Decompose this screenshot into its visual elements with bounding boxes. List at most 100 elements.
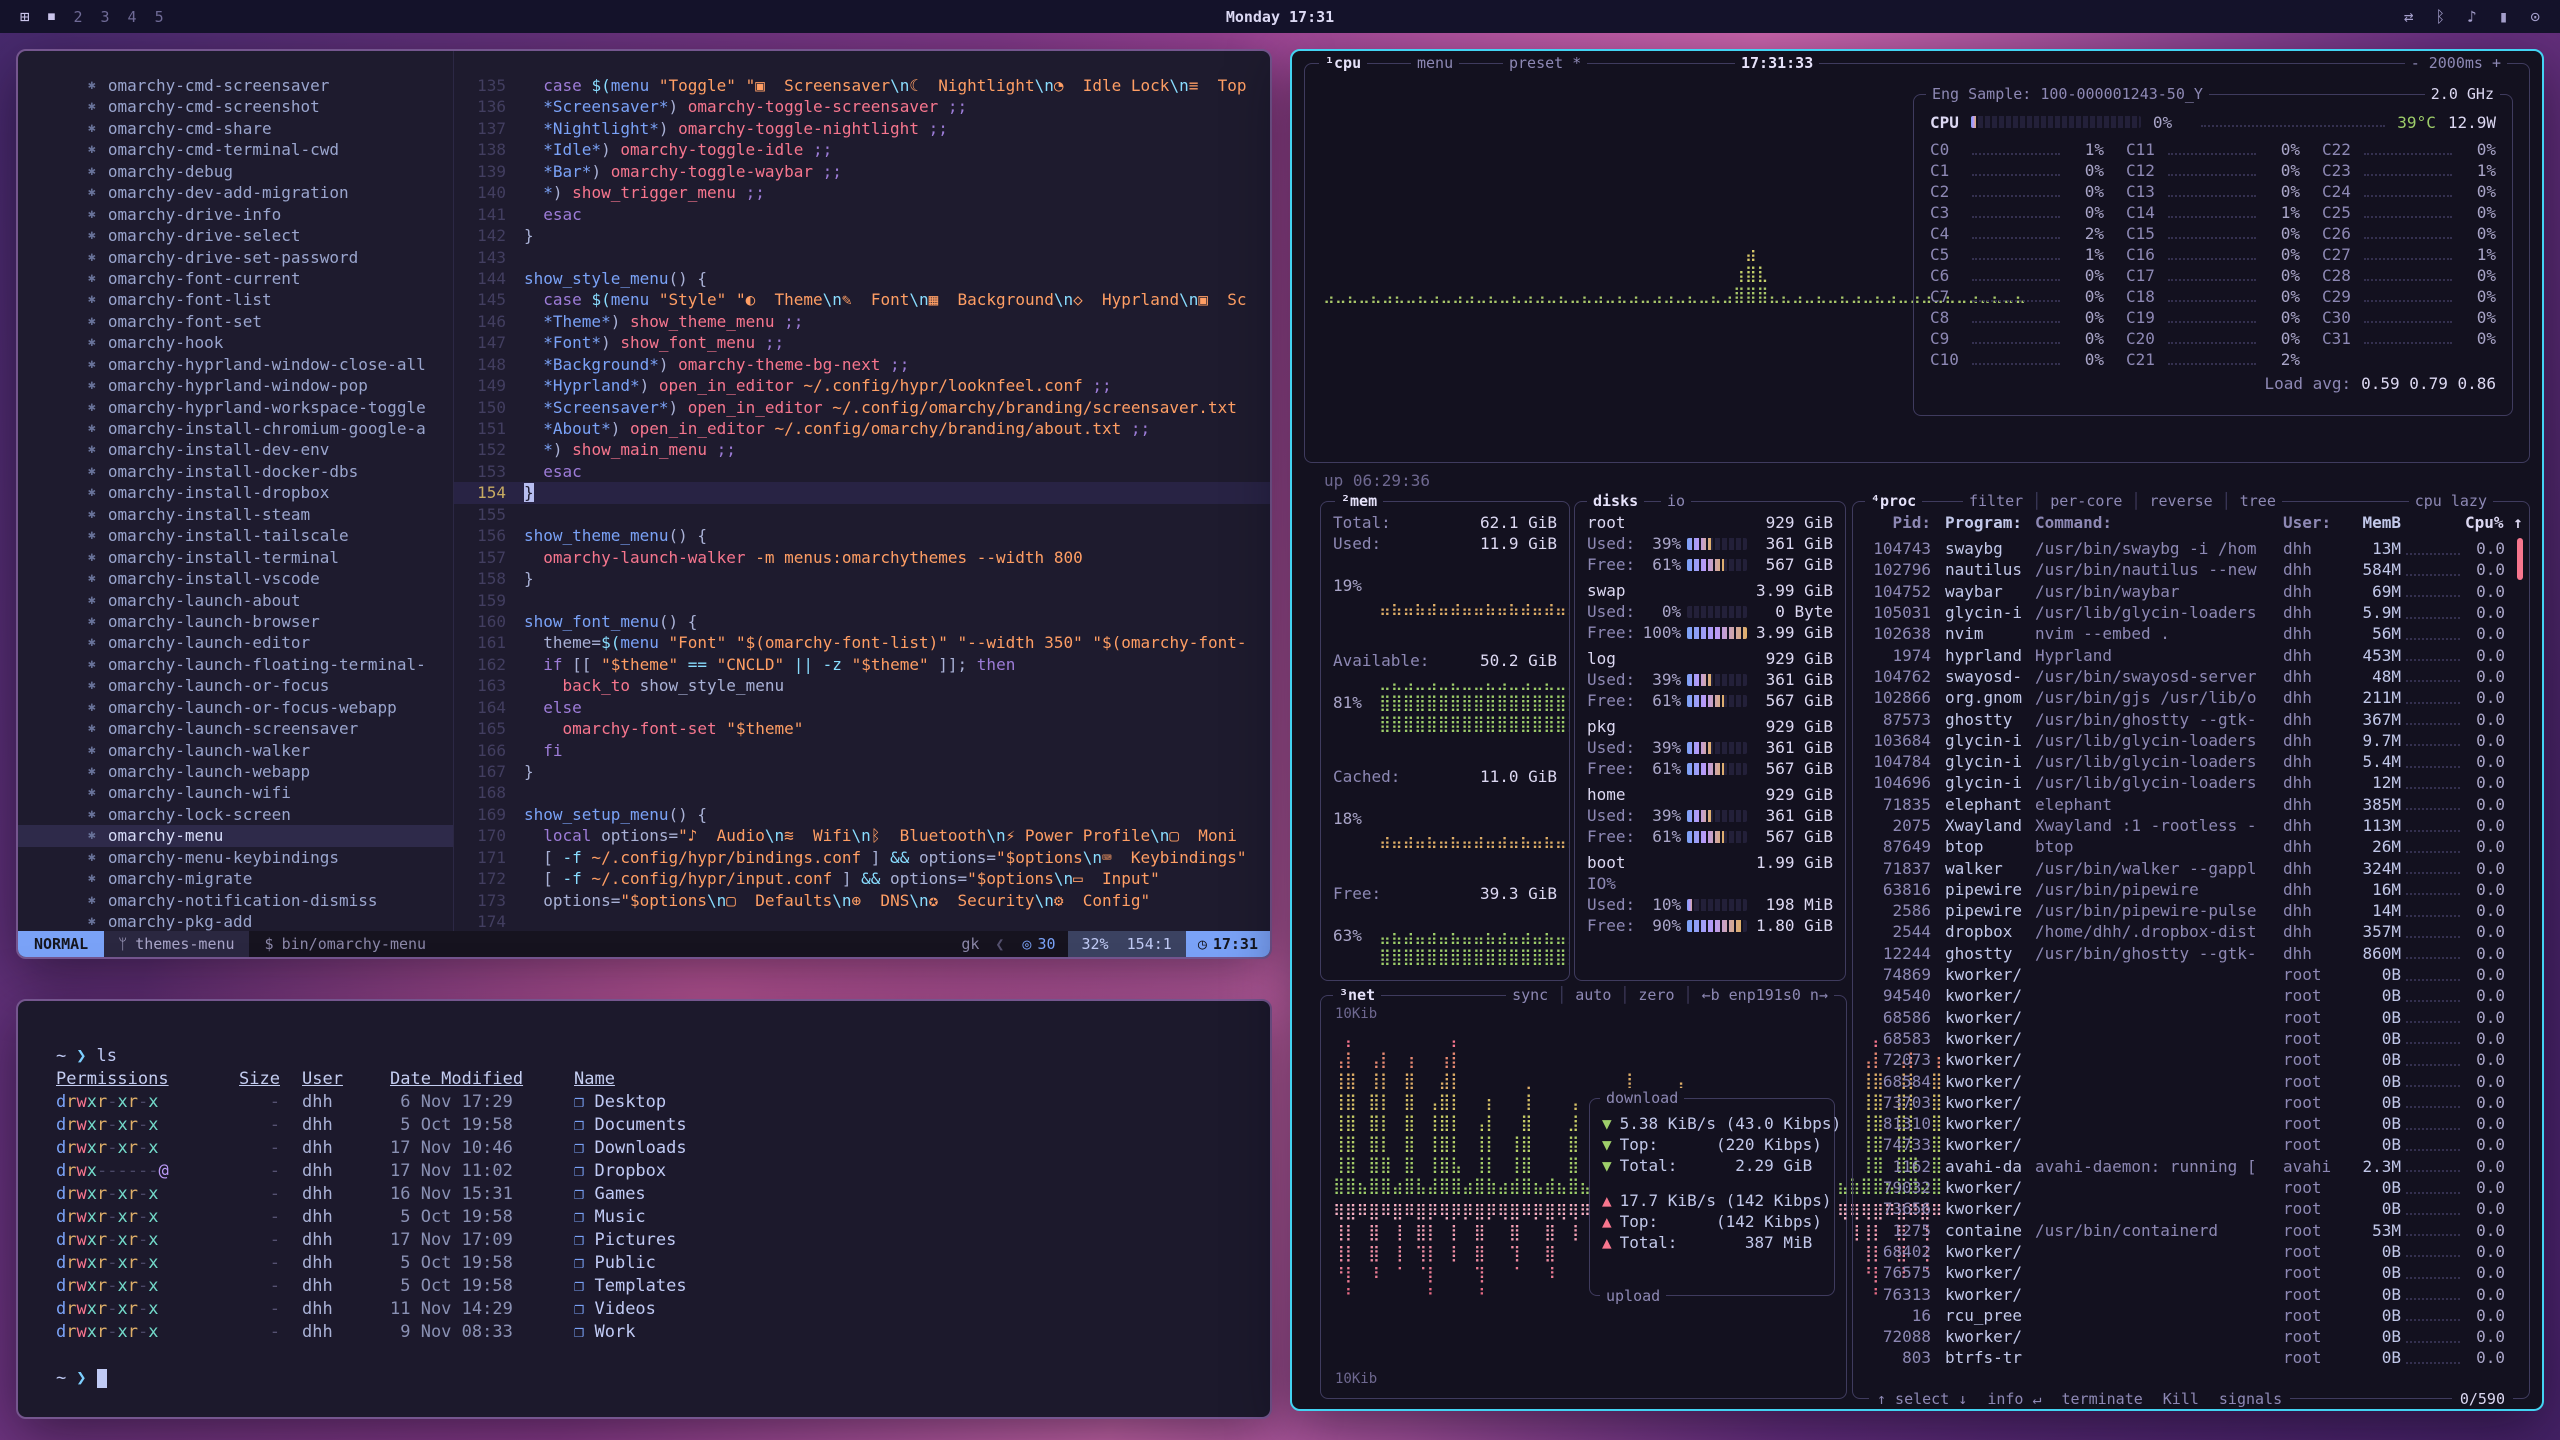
file-item[interactable]: ✱omarchy-notification-dismiss: [18, 890, 453, 911]
process-row[interactable]: 74733kworker/root0B0.0: [1865, 1134, 2509, 1155]
file-item[interactable]: ✱omarchy-launch-or-focus-webapp: [18, 697, 453, 718]
net-option[interactable]: ←b enp191s0 n→: [1684, 985, 1828, 1005]
workspace-1-active-icon[interactable]: ◼: [48, 9, 56, 24]
code-line[interactable]: 149 *Hyprland*) open_in_editor ~/.config…: [454, 375, 1270, 396]
process-row[interactable]: 803btrfs-trroot0B0.0: [1865, 1347, 2509, 1368]
proc-footer-item[interactable]: info ↵: [1987, 1389, 2041, 1409]
file-item[interactable]: ✱omarchy-install-dev-env: [18, 439, 453, 460]
file-item[interactable]: ✱omarchy-hyprland-window-pop: [18, 375, 453, 396]
file-item[interactable]: ✱omarchy-cmd-screensaver: [18, 75, 453, 96]
file-item[interactable]: ✱omarchy-drive-info: [18, 204, 453, 225]
process-row[interactable]: 2544dropbox/home/dhh/.dropbox-distdhh357…: [1865, 921, 2509, 942]
terminal-content[interactable]: ~ ❯ ls Permissions Size User Date Modifi…: [18, 1001, 1270, 1419]
net-option[interactable]: zero: [1620, 985, 1674, 1005]
file-item[interactable]: ✱omarchy-font-list: [18, 289, 453, 310]
process-row[interactable]: 68586kworker/root0B0.0: [1865, 1007, 2509, 1028]
code-pane[interactable]: 135 case $(menu "Toggle" "▣ Screensaver\…: [454, 51, 1270, 931]
process-row[interactable]: 68583kworker/root0B0.0: [1865, 1028, 2509, 1049]
power-icon[interactable]: ⊙: [2530, 7, 2540, 26]
code-line[interactable]: 142}: [454, 225, 1270, 246]
file-item[interactable]: ✱omarchy-install-steam: [18, 504, 453, 525]
file-item[interactable]: ✱omarchy-font-current: [18, 268, 453, 289]
code-line[interactable]: 139 *Bar*) omarchy-toggle-waybar ;;: [454, 161, 1270, 182]
process-row[interactable]: 104696glycin-i/usr/lib/glycin-loadersdhh…: [1865, 772, 2509, 793]
file-item[interactable]: ✱omarchy-font-set: [18, 311, 453, 332]
file-item[interactable]: ✱omarchy-install-dropbox: [18, 482, 453, 503]
proc-option-filter[interactable]: filter: [1969, 491, 2023, 511]
workspace-3[interactable]: 3: [101, 8, 110, 26]
process-row[interactable]: 104762swayosd-/usr/bin/swayosd-serverdhh…: [1865, 666, 2509, 687]
process-row[interactable]: 73703kworker/root0B0.0: [1865, 1092, 2509, 1113]
file-item[interactable]: ✱omarchy-hyprland-workspace-toggle: [18, 397, 453, 418]
code-line[interactable]: 156show_theme_menu() {: [454, 525, 1270, 546]
header-cpu[interactable]: Cpu% ↑: [2465, 512, 2509, 533]
file-item[interactable]: ✱omarchy-install-chromium-google-a: [18, 418, 453, 439]
process-row[interactable]: 104784glycin-i/usr/lib/glycin-loadersdhh…: [1865, 751, 2509, 772]
code-line[interactable]: 154}: [454, 482, 1270, 503]
header-user[interactable]: User:: [2283, 512, 2345, 533]
file-item[interactable]: ✱omarchy-cmd-terminal-cwd: [18, 139, 453, 160]
proc-option-per-core[interactable]: per-core: [2032, 491, 2122, 511]
process-row[interactable]: 72088kworker/root0B0.0: [1865, 1326, 2509, 1347]
code-line[interactable]: 157 omarchy-launch-walker -m menus:omarc…: [454, 547, 1270, 568]
file-item[interactable]: ✱omarchy-debug: [18, 161, 453, 182]
process-row[interactable]: 12244ghostty/usr/bin/ghostty --gtk-dhh86…: [1865, 943, 2509, 964]
process-row[interactable]: 63816pipewire/usr/bin/pipewiredhh16M0.0: [1865, 879, 2509, 900]
file-item[interactable]: ✱omarchy-dev-add-migration: [18, 182, 453, 203]
process-row[interactable]: 71837walker/usr/bin/walker --gappldhh324…: [1865, 857, 2509, 878]
refresh-interval-control[interactable]: - 2000ms +: [2405, 53, 2507, 73]
process-row[interactable]: 81310kworker/root0B0.0: [1865, 1113, 2509, 1134]
code-line[interactable]: 143: [454, 247, 1270, 268]
process-row[interactable]: 76313kworker/root0B0.0: [1865, 1283, 2509, 1304]
code-line[interactable]: 166 fi: [454, 740, 1270, 761]
scrollbar-thumb[interactable]: [2517, 538, 2523, 580]
process-row[interactable]: 105031glycin-i/usr/lib/glycin-loadersdhh…: [1865, 602, 2509, 623]
net-option[interactable]: auto: [1557, 985, 1611, 1005]
process-row[interactable]: 103684glycin-i/usr/lib/glycin-loadersdhh…: [1865, 730, 2509, 751]
code-line[interactable]: 140 *) show_trigger_menu ;;: [454, 182, 1270, 203]
code-line[interactable]: 138 *Idle*) omarchy-toggle-idle ;;: [454, 139, 1270, 160]
process-row[interactable]: 72073kworker/root0B0.0: [1865, 1049, 2509, 1070]
code-line[interactable]: 148 *Background*) omarchy-theme-bg-next …: [454, 354, 1270, 375]
file-item[interactable]: ✱omarchy-install-vscode: [18, 568, 453, 589]
process-row[interactable]: 104752waybar/usr/bin/waybardhh69M0.0: [1865, 581, 2509, 602]
file-item[interactable]: ✱omarchy-launch-screensaver: [18, 718, 453, 739]
process-row[interactable]: 1162avahi-daavahi-daemon: running [avahi…: [1865, 1156, 2509, 1177]
battery-icon[interactable]: ▮: [2499, 7, 2509, 26]
process-row[interactable]: 76575kworker/root0B0.0: [1865, 1262, 2509, 1283]
proc-footer-item[interactable]: ↑ select ↓: [1877, 1389, 1967, 1409]
file-item[interactable]: ✱omarchy-hyprland-window-close-all: [18, 354, 453, 375]
code-line[interactable]: 173 options="$options\n▢ Defaults\n⊕ DNS…: [454, 890, 1270, 911]
code-line[interactable]: 141 esac: [454, 204, 1270, 225]
process-row[interactable]: 102796nautilus/usr/bin/nautilus --newdhh…: [1865, 559, 2509, 580]
process-row[interactable]: 79032kworker/root0B0.0: [1865, 1177, 2509, 1198]
code-line[interactable]: 153 esac: [454, 461, 1270, 482]
menu-button[interactable]: menu: [1411, 53, 1459, 73]
proc-footer-item[interactable]: terminate: [2062, 1389, 2143, 1409]
process-row[interactable]: 87573ghostty/usr/bin/ghostty --gtk-dhh36…: [1865, 708, 2509, 729]
code-line[interactable]: 160show_font_menu() {: [454, 611, 1270, 632]
proc-option-reverse[interactable]: reverse: [2131, 491, 2212, 511]
file-item[interactable]: ✱omarchy-hook: [18, 332, 453, 353]
code-line[interactable]: 155: [454, 504, 1270, 525]
code-line[interactable]: 146 *Theme*) show_theme_menu ;;: [454, 311, 1270, 332]
process-row[interactable]: 71835elephantelephantdhh385M0.0: [1865, 794, 2509, 815]
code-line[interactable]: 152 *) show_main_menu ;;: [454, 439, 1270, 460]
process-row[interactable]: 74869kworker/root0B0.0: [1865, 964, 2509, 985]
code-line[interactable]: 137 *Nightlight*) omarchy-toggle-nightli…: [454, 118, 1270, 139]
file-item[interactable]: ✱omarchy-install-terminal: [18, 547, 453, 568]
header-pid[interactable]: Pid:: [1865, 512, 1931, 533]
file-item[interactable]: ✱omarchy-launch-webapp: [18, 761, 453, 782]
process-row[interactable]: 68402kworker/root0B0.0: [1865, 1241, 2509, 1262]
file-item[interactable]: ✱omarchy-menu-keybindings: [18, 847, 453, 868]
file-item[interactable]: ✱omarchy-launch-walker: [18, 740, 453, 761]
volume-icon[interactable]: ♪: [2467, 7, 2477, 26]
code-line[interactable]: 161 theme=$(menu "Font" "$(omarchy-font-…: [454, 632, 1270, 653]
code-line[interactable]: 171 [ -f ~/.config/hypr/bindings.conf ] …: [454, 847, 1270, 868]
process-row[interactable]: 87649btopbtopdhh26M0.0: [1865, 836, 2509, 857]
proc-footer-item[interactable]: Kill: [2163, 1389, 2199, 1409]
omarchy-logo-icon[interactable]: ⊞: [20, 7, 30, 26]
file-item[interactable]: ✱omarchy-cmd-share: [18, 118, 453, 139]
code-line[interactable]: 163 back_to show_style_menu: [454, 675, 1270, 696]
code-line[interactable]: 169show_setup_menu() {: [454, 804, 1270, 825]
